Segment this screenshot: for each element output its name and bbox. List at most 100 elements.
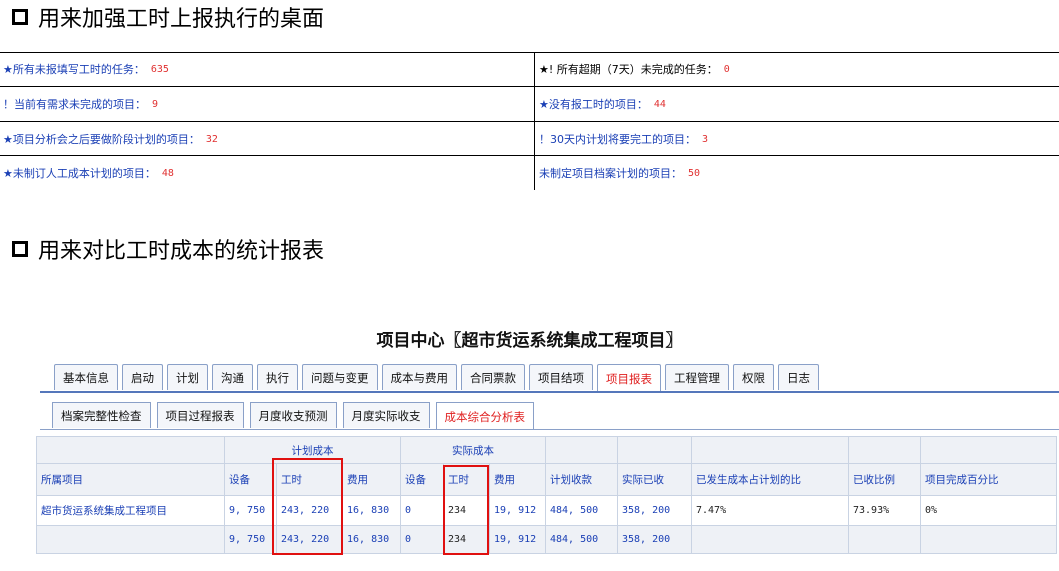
- reminder-label: ★没有报工时的项目：: [539, 98, 648, 111]
- tab-cost-expenses[interactable]: 成本与费用: [381, 364, 457, 390]
- tab-issues-changes[interactable]: 问题与变更: [302, 364, 378, 390]
- project-name-link[interactable]: 超市货运系统集成工程项目: [36, 495, 225, 526]
- table-cell: [617, 436, 692, 464]
- sub-tab-bar: 档案完整性检查 项目过程报表 月度收支预测 月度实际收支 成本综合分析表: [52, 402, 540, 430]
- cost-analysis-table: 计划成本 实际成本 所属项目 设备 工时 费用 设备 工时 费用 计划收款 实际…: [36, 436, 1057, 554]
- table-cell: [36, 525, 225, 554]
- tab-bar-underline: [40, 391, 1059, 393]
- reminder-item-no-hours-projects[interactable]: ★没有报工时的项目： 44: [536, 87, 666, 121]
- reminder-count: 0: [723, 63, 730, 75]
- reminder-item-phase-plan[interactable]: ★项目分析会之后要做阶段计划的项目： 32: [0, 122, 218, 156]
- reminder-count: 635: [150, 63, 169, 75]
- sub-tab-bar-underline: [40, 429, 1059, 430]
- reminder-label: ！当前有需求未完成的项目：: [3, 98, 146, 111]
- subtab-process-report[interactable]: 项目过程报表: [156, 402, 244, 428]
- table-cell: [691, 436, 849, 464]
- main-tab-bar: 基本信息 启动 计划 沟通 执行 问题与变更 成本与费用 合同票款 项目结项 项…: [54, 364, 823, 392]
- reminder-count: 50: [688, 167, 701, 179]
- table-cell: 0: [400, 525, 444, 554]
- reminder-item-completing-soon[interactable]: ！30天内计划将要完工的项目： 3: [536, 122, 708, 156]
- table-row: 超市货运系统集成工程项目 9, 750 243, 220 16, 830 0 2…: [36, 495, 1057, 526]
- reminder-count: 32: [205, 133, 218, 145]
- reminder-label: ★未制订人工成本计划的项目：: [3, 167, 156, 180]
- reminder-count: 44: [653, 98, 666, 110]
- highlight-planned-hours: [272, 458, 343, 555]
- table-total-row: 9, 750 243, 220 16, 830 0 234 19, 912 48…: [36, 525, 1057, 554]
- section-heading-report: 用来对比工时成本的统计报表: [12, 234, 324, 264]
- reminder-label: ★所有未报填写工时的任务：: [3, 63, 145, 76]
- group-header-actual-cost: 实际成本: [400, 436, 546, 464]
- table-cell: [920, 436, 1057, 464]
- table-cell: [545, 436, 618, 464]
- table-cell: 19, 912: [489, 495, 546, 526]
- table-header-row: 所属项目 设备 工时 费用 设备 工时 费用 计划收款 实际已收 已发生成本占计…: [36, 463, 1057, 496]
- tab-permissions[interactable]: 权限: [733, 364, 774, 390]
- tab-plan[interactable]: 计划: [167, 364, 208, 390]
- table-group-header-row: 计划成本 实际成本: [36, 436, 1057, 464]
- reminder-count: 9: [152, 98, 159, 110]
- column-header: 费用: [489, 463, 546, 496]
- reminder-dashboard: ★所有未报填写工时的任务： 635 ！当前有需求未完成的项目： 9 ★项目分析会…: [0, 52, 1059, 192]
- checkbox-square-icon: [12, 9, 28, 25]
- table-cell: 16, 830: [342, 495, 401, 526]
- section-heading-text: 用来对比工时成本的统计报表: [38, 239, 325, 264]
- tab-project-reports[interactable]: 项目报表: [597, 364, 661, 392]
- reminder-item-labor-cost-plan[interactable]: ★未制订人工成本计划的项目： 48: [0, 156, 174, 190]
- table-cell: 484, 500: [545, 495, 618, 526]
- reminder-label: ★! 所有超期（7天）未完成的任务：: [539, 63, 718, 76]
- page-title: 项目中心〖超市货运系统集成工程项目〗: [376, 331, 683, 351]
- column-header: 项目完成百分比: [920, 463, 1057, 496]
- table-cell: [691, 525, 849, 554]
- reminder-item-unfinished-requirements[interactable]: ！当前有需求未完成的项目： 9: [0, 87, 158, 121]
- reminder-item-overdue-tasks[interactable]: ★! 所有超期（7天）未完成的任务： 0: [536, 52, 730, 86]
- table-cell: [36, 436, 225, 464]
- subtab-monthly-actual[interactable]: 月度实际收支: [342, 402, 430, 428]
- table-cell: 9, 750: [224, 495, 277, 526]
- table-cell: 358, 200: [617, 495, 692, 526]
- table-cell: 73.93%: [848, 495, 921, 526]
- column-header: 已发生成本占计划的比: [691, 463, 849, 496]
- tab-start[interactable]: 启动: [122, 364, 163, 390]
- table-cell: [848, 436, 921, 464]
- reminder-item-archive-plan[interactable]: 未制定项目档案计划的项目： 50: [536, 156, 700, 190]
- column-header: 设备: [224, 463, 277, 496]
- table-cell: 0: [400, 495, 444, 526]
- reminder-count: 3: [702, 133, 709, 145]
- divider: [0, 86, 1059, 87]
- reminder-count: 48: [161, 167, 174, 179]
- table-cell: [920, 525, 1057, 554]
- divider: [534, 52, 535, 190]
- table-cell: 484, 500: [545, 525, 618, 554]
- column-header: 实际已收: [617, 463, 692, 496]
- reminder-label: ！30天内计划将要完工的项目：: [539, 133, 696, 146]
- tab-contract-payments[interactable]: 合同票款: [461, 364, 525, 390]
- tab-engineering-management[interactable]: 工程管理: [665, 364, 729, 390]
- section-heading-desktop: 用来加强工时上报执行的桌面: [12, 2, 324, 32]
- column-header: 已收比例: [848, 463, 921, 496]
- tab-execution[interactable]: 执行: [257, 364, 298, 390]
- column-header: 计划收款: [545, 463, 618, 496]
- table-cell: 19, 912: [489, 525, 546, 554]
- column-header: 所属项目: [36, 463, 225, 496]
- tab-basic-info[interactable]: 基本信息: [54, 364, 118, 390]
- column-header: 设备: [400, 463, 444, 496]
- table-cell: 9, 750: [224, 525, 277, 554]
- table-cell: 0%: [920, 495, 1057, 526]
- reminder-label: ★项目分析会之后要做阶段计划的项目：: [3, 133, 200, 146]
- table-cell: 7.47%: [691, 495, 849, 526]
- table-cell: 16, 830: [342, 525, 401, 554]
- tab-project-closure[interactable]: 项目结项: [529, 364, 593, 390]
- subtab-cost-analysis[interactable]: 成本综合分析表: [435, 402, 534, 430]
- highlight-actual-hours: [443, 465, 489, 555]
- table-cell: 358, 200: [617, 525, 692, 554]
- tab-log[interactable]: 日志: [778, 364, 819, 390]
- subtab-monthly-forecast[interactable]: 月度收支预测: [249, 402, 337, 428]
- tab-communication[interactable]: 沟通: [212, 364, 253, 390]
- section-heading-text: 用来加强工时上报执行的桌面: [38, 7, 325, 32]
- table-cell: [848, 525, 921, 554]
- reminder-item-unfilled-tasks[interactable]: ★所有未报填写工时的任务： 635: [0, 52, 169, 86]
- checkbox-square-icon: [12, 241, 28, 257]
- column-header: 费用: [342, 463, 401, 496]
- reminder-label: 未制定项目档案计划的项目：: [539, 167, 682, 180]
- subtab-archive-check[interactable]: 档案完整性检查: [52, 402, 151, 428]
